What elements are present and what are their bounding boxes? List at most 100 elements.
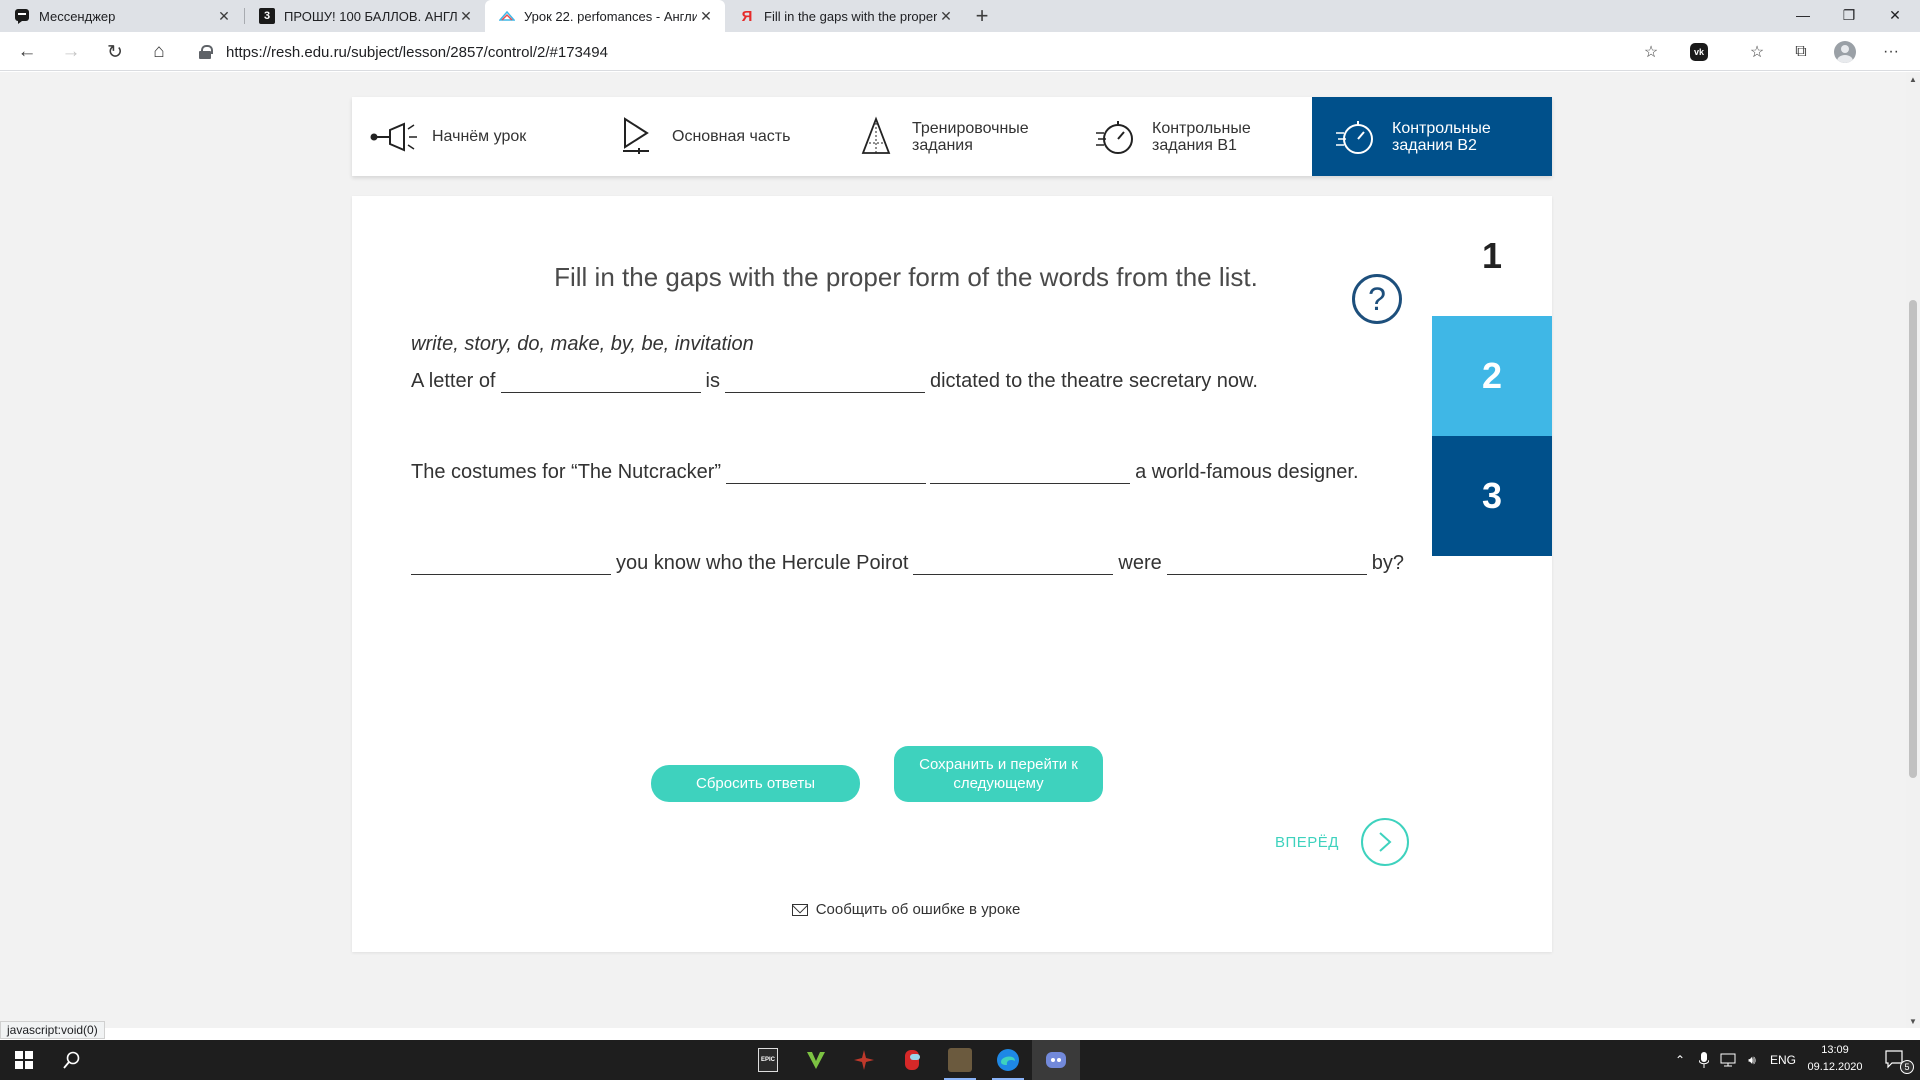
question-number-1[interactable]: 1 — [1432, 196, 1552, 316]
nav-label: Контрольные задания В1 — [1152, 119, 1251, 154]
vk-extension-icon[interactable]: vk — [1684, 37, 1714, 67]
answer-gap[interactable] — [726, 460, 927, 484]
warcraft-icon[interactable] — [936, 1040, 984, 1080]
browser-tab-yandex[interactable]: Я Fill in the gaps with the proper f ✕ — [725, 0, 965, 32]
notifications-icon[interactable]: 5 — [1876, 1040, 1916, 1080]
answer-gap[interactable] — [500, 369, 701, 393]
browser-tab-bar: Мессенджер ✕ 3 ПРОШУ! 100 БАЛЛОВ. АНГЛИЙ… — [0, 0, 1920, 32]
tab-title: ПРОШУ! 100 БАЛЛОВ. АНГЛИЙ — [284, 8, 457, 24]
browser-toolbar: ← → ↻ ⌂ https://resh.edu.ru/subject/less… — [0, 32, 1920, 71]
microphone-icon[interactable] — [1692, 1040, 1716, 1080]
windows-taskbar: EPIC ⌃ 🔊︎ ENG 13:09 09.12.2020 5 — [0, 1040, 1920, 1080]
nav-training-tasks[interactable]: Тренировочные задания — [832, 97, 1072, 176]
favorite-star-icon[interactable]: ☆ — [1636, 37, 1666, 67]
epic-games-icon[interactable]: EPIC — [744, 1040, 792, 1080]
reset-answers-button[interactable]: Сбросить ответы — [651, 765, 860, 802]
question-number-list: 1 2 3 — [1432, 196, 1552, 556]
close-tab-icon[interactable]: ✕ — [697, 7, 715, 25]
nav-label: Тренировочные задания — [912, 119, 1029, 154]
sentence-text: is — [705, 370, 720, 392]
volume-icon[interactable]: 🔊︎ — [1740, 1040, 1764, 1080]
profile-avatar[interactable] — [1830, 37, 1860, 67]
close-tab-icon[interactable]: ✕ — [457, 7, 475, 25]
clock[interactable]: 13:09 09.12.2020 — [1800, 1042, 1870, 1076]
nav-label: Начнём урок — [432, 128, 527, 145]
save-and-next-button[interactable]: Сохранить и перейти к следующему — [894, 746, 1103, 802]
back-button[interactable]: ← — [12, 37, 42, 67]
answer-gap[interactable] — [411, 551, 611, 575]
browser-tab-znanija[interactable]: 3 ПРОШУ! 100 БАЛЛОВ. АНГЛИЙ ✕ — [245, 0, 485, 32]
collections-icon[interactable]: ⧉ — [1786, 37, 1816, 67]
chevron-right-icon[interactable] — [1360, 818, 1409, 866]
task-title: Fill in the gaps with the proper form of… — [554, 262, 1258, 292]
sentence-text: dictated to the theatre secretary now. — [929, 370, 1258, 392]
nav-start-lesson[interactable]: Начнём урок — [352, 97, 592, 176]
windows-start-icon[interactable] — [0, 1040, 48, 1080]
word-list: write, story, do, make, by, be, invitati… — [411, 333, 754, 355]
network-icon[interactable] — [1716, 1040, 1740, 1080]
clock-date: 09.12.2020 — [1807, 1061, 1863, 1073]
answer-gap[interactable] — [913, 551, 1114, 575]
tab-title: Мессенджер — [39, 8, 116, 24]
new-tab-button[interactable]: + — [968, 2, 996, 30]
sentence-text: you know who the Hercule Poirot — [616, 552, 909, 574]
stopwatch-icon — [1330, 115, 1382, 159]
chevron-up-icon[interactable]: ⌃ — [1668, 1040, 1692, 1080]
lesson-navigation: Начнём урок Основная часть Тренировочные… — [352, 97, 1552, 176]
favorites-icon[interactable]: ☆ — [1742, 37, 1772, 67]
clock-time: 13:09 — [1821, 1044, 1849, 1056]
game-icon[interactable] — [840, 1040, 888, 1080]
nav-control-tasks-b2[interactable]: Контрольные задания В2 — [1312, 97, 1552, 176]
tab-title: Урок 22. perfomances - Англий — [524, 8, 697, 24]
close-tab-icon[interactable]: ✕ — [215, 7, 233, 25]
window-close-button[interactable]: ✕ — [1872, 0, 1918, 30]
minimize-button[interactable]: — — [1780, 0, 1826, 30]
question-number-2[interactable]: 2 — [1432, 316, 1552, 436]
sentence-text: were — [1118, 552, 1162, 574]
play-icon — [610, 115, 662, 159]
discord-icon[interactable] — [1032, 1040, 1080, 1080]
page-scrollbar[interactable]: ▲ ▼ — [1906, 72, 1920, 1028]
restore-button[interactable]: ❐ — [1826, 0, 1872, 30]
scrollbar-thumb[interactable] — [1909, 300, 1917, 778]
language-indicator[interactable]: ENG — [1766, 1040, 1800, 1080]
edge-icon[interactable] — [984, 1040, 1032, 1080]
mail-icon — [791, 903, 808, 916]
page-content: Начнём урок Основная часть Тренировочные… — [0, 72, 1906, 1028]
answer-gap[interactable] — [1166, 551, 1367, 575]
more-menu-icon[interactable]: ··· — [1876, 37, 1906, 67]
lock-icon — [198, 45, 213, 59]
forward-label: ВПЕРЁД — [1275, 833, 1339, 851]
yandex-icon: Я — [741, 7, 753, 25]
status-bar-url: javascript:void(0) — [0, 1021, 105, 1039]
sentence-text: A letter of — [411, 370, 496, 392]
url-text: https://resh.edu.ru/subject/lesson/2857/… — [226, 43, 608, 61]
forward-link[interactable]: ВПЕРЁД — [1275, 818, 1409, 866]
browser-tab-messenger[interactable]: Мессенджер ✕ — [0, 0, 243, 32]
forward-button[interactable]: → — [56, 37, 86, 67]
scroll-up-icon[interactable]: ▲ — [1906, 72, 1920, 86]
messenger-icon — [14, 8, 30, 24]
search-icon[interactable] — [48, 1040, 96, 1080]
scroll-down-icon[interactable]: ▼ — [1906, 1014, 1920, 1028]
answer-gap[interactable] — [724, 369, 925, 393]
close-tab-icon[interactable]: ✕ — [937, 7, 955, 25]
question-number-3[interactable]: 3 — [1432, 436, 1552, 556]
among-us-icon[interactable] — [888, 1040, 936, 1080]
znanija-icon: 3 — [259, 8, 275, 24]
nav-label: Основная часть — [672, 128, 791, 145]
reload-button[interactable]: ↻ — [100, 37, 130, 67]
browser-tab-resh[interactable]: Урок 22. perfomances - Англий ✕ — [485, 0, 725, 32]
notification-count-badge: 5 — [1900, 1060, 1914, 1074]
home-button[interactable]: ⌂ — [144, 37, 174, 67]
report-error-link[interactable]: Сообщить об ошибке в уроке — [352, 901, 1460, 918]
address-bar[interactable]: https://resh.edu.ru/subject/lesson/2857/… — [198, 38, 1662, 66]
nav-control-tasks-b1[interactable]: Контрольные задания В1 — [1072, 97, 1312, 176]
megaphone-icon — [370, 115, 422, 159]
help-button[interactable]: ? — [1352, 274, 1402, 324]
nav-main-part[interactable]: Основная часть — [592, 97, 832, 176]
vegas-icon[interactable] — [792, 1040, 840, 1080]
sentence-text: The costumes for “The Nutcracker” — [411, 461, 722, 483]
answer-gap[interactable] — [930, 460, 1131, 484]
resh-icon — [499, 8, 515, 24]
